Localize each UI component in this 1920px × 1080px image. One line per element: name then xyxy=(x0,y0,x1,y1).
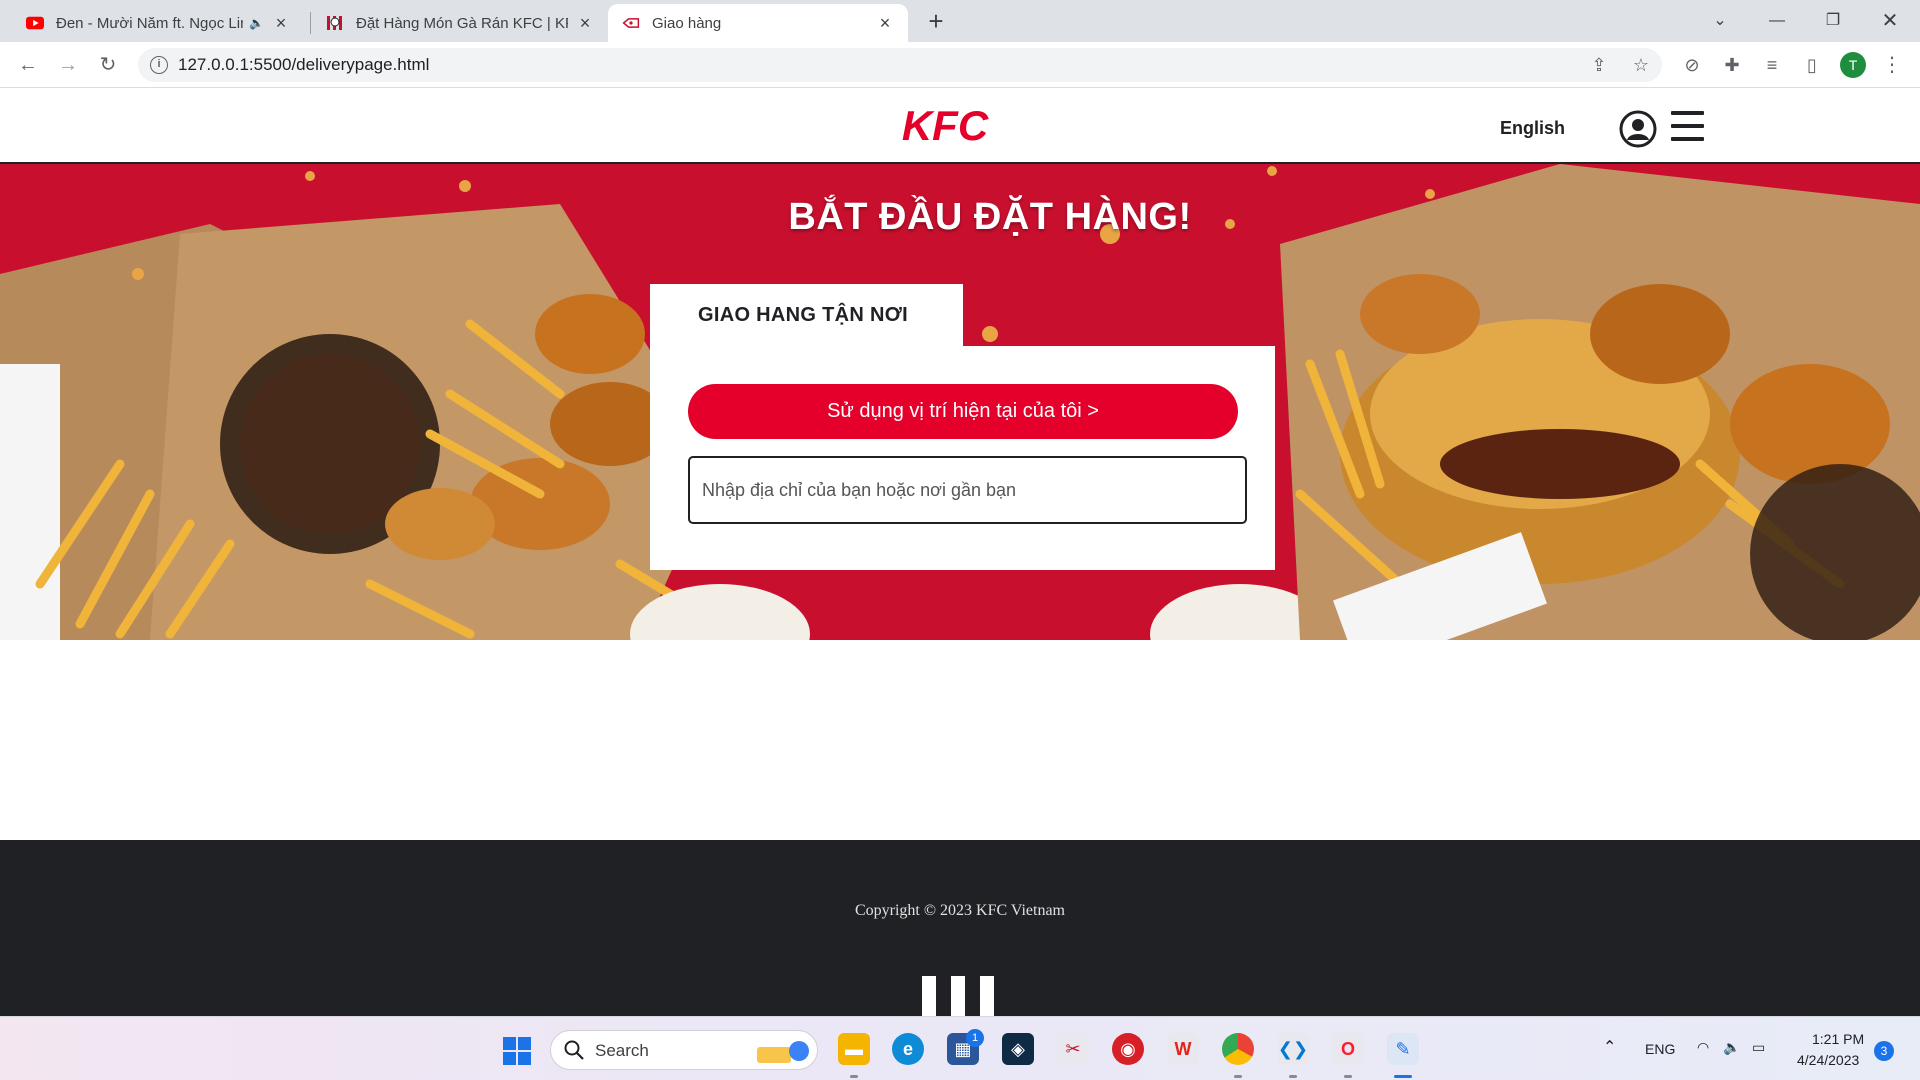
browser-tab-strip: Đen - Mười Năm ft. Ngọc Linh 🔈 × Đặt Hàn… xyxy=(0,0,1920,42)
edge-icon[interactable]: e xyxy=(892,1033,924,1065)
browser-toolbar: ← → ↻ i 127.0.0.1:5500/deliverypage.html… xyxy=(0,42,1920,88)
running-indicator xyxy=(850,1075,858,1078)
clock-time[interactable]: 1:21 PM xyxy=(1812,1031,1864,1047)
store-badge: 1 xyxy=(966,1029,984,1047)
share-icon[interactable]: ⇪ xyxy=(1588,54,1610,76)
running-indicator xyxy=(1289,1075,1297,1078)
new-tab-icon[interactable]: + xyxy=(922,8,950,36)
close-window-icon[interactable]: ✕ xyxy=(1870,6,1910,36)
tab-delivery[interactable]: GIAO HANG TẬN NƠI xyxy=(650,284,963,350)
tab-search-icon[interactable]: ⌄ xyxy=(1700,6,1740,36)
chrome-icon[interactable] xyxy=(1222,1033,1254,1065)
copyright-text: Copyright © 2023 KFC Vietnam xyxy=(854,902,1065,919)
speaker-icon[interactable]: 🔈 xyxy=(249,16,264,30)
search-icon xyxy=(564,1040,584,1060)
browser-tab-delivery[interactable]: Giao hàng × xyxy=(608,4,908,42)
kfc-icon xyxy=(326,14,344,32)
tab-title: Đặt Hàng Món Gà Rán KFC | KFC xyxy=(356,14,568,32)
browser-tab-youtube[interactable]: Đen - Mười Năm ft. Ngọc Linh 🔈 × xyxy=(12,4,304,42)
site-header: KFC English xyxy=(0,88,1920,164)
running-indicator xyxy=(1234,1075,1242,1078)
profile-avatar[interactable]: T xyxy=(1840,52,1866,78)
compass-extension-icon[interactable]: ⊘ xyxy=(1680,53,1704,77)
show-hidden-icons-icon[interactable]: ⌃ xyxy=(1603,1037,1616,1057)
kfc-delivery-icon xyxy=(622,14,640,32)
tab-title: Đen - Mười Năm ft. Ngọc Linh xyxy=(56,14,244,32)
kfc-stripes-logo xyxy=(922,976,994,1016)
input-language[interactable]: ENG xyxy=(1645,1041,1675,1057)
wps-office-icon[interactable]: W xyxy=(1167,1033,1199,1065)
active-indicator xyxy=(1394,1075,1412,1078)
snipping-tool-icon[interactable]: ✂ xyxy=(1057,1033,1089,1065)
address-bar[interactable]: i 127.0.0.1:5500/deliverypage.html ⇪ ☆ xyxy=(138,48,1662,82)
kebab-menu-icon[interactable]: ⋮ xyxy=(1880,53,1904,77)
delivery-form: Sử dụng vị trí hiện tại của tôi > xyxy=(650,346,1275,570)
tab-delivery-label: GIAO HANG TẬN NƠI xyxy=(698,304,908,326)
battery-icon[interactable]: ▭ xyxy=(1752,1039,1765,1056)
browser-tab-kfc[interactable]: Đặt Hàng Món Gà Rán KFC | KFC × xyxy=(312,4,608,42)
windows-taskbar: Search ▬ e ▦ 1 ◈ ✂ ◉ W ❮❯ O ✎ ⌃ ENG ◠ 🔈 … xyxy=(0,1016,1920,1080)
tab-divider xyxy=(310,12,311,34)
tab-title: Giao hàng xyxy=(652,14,722,32)
restore-icon[interactable]: ❐ xyxy=(1813,6,1853,36)
url-text[interactable]: 127.0.0.1:5500/deliverypage.html xyxy=(178,55,429,75)
hero-banner: BẮT ĐẦU ĐẶT HÀNG! GIAO HANG TẬN NƠI Sử d… xyxy=(0,164,1920,640)
running-indicator xyxy=(1344,1075,1352,1078)
windows-start-icon[interactable] xyxy=(503,1037,531,1065)
file-explorer-icon[interactable]: ▬ xyxy=(838,1033,870,1065)
taskbar-search[interactable]: Search xyxy=(550,1030,818,1070)
notification-badge[interactable]: 3 xyxy=(1874,1041,1894,1061)
clock-date[interactable]: 4/24/2023 xyxy=(1797,1052,1859,1068)
language-switch[interactable]: English xyxy=(1500,118,1565,139)
kfc-logo[interactable]: KFC xyxy=(890,102,1000,148)
close-tab-icon[interactable]: × xyxy=(272,14,290,32)
youtube-icon xyxy=(26,14,44,32)
media-queue-icon[interactable]: ≡ xyxy=(1760,53,1784,77)
wifi-icon[interactable]: ◠ xyxy=(1697,1039,1709,1056)
side-panel-icon[interactable]: ▯ xyxy=(1800,53,1824,77)
site-info-icon[interactable]: i xyxy=(150,56,168,74)
back-icon[interactable]: ← xyxy=(14,51,42,79)
address-input[interactable] xyxy=(688,456,1247,524)
search-label: Search xyxy=(595,1041,649,1060)
forward-icon[interactable]: → xyxy=(54,51,82,79)
account-icon[interactable] xyxy=(1619,110,1657,148)
close-tab-icon[interactable]: × xyxy=(876,14,894,32)
app-red-icon[interactable]: ◉ xyxy=(1112,1033,1144,1065)
svg-text:KFC: KFC xyxy=(902,102,989,148)
hamburger-menu-icon[interactable] xyxy=(1671,111,1704,143)
snip-sketch-icon[interactable]: ✎ xyxy=(1387,1033,1419,1065)
reload-icon[interactable]: ↻ xyxy=(94,51,122,79)
site-footer: Copyright © 2023 KFC Vietnam xyxy=(0,840,1920,1016)
use-current-location-button[interactable]: Sử dụng vị trí hiện tại của tôi > xyxy=(688,384,1238,439)
page-title: BẮT ĐẦU ĐẶT HÀNG! xyxy=(788,196,1192,238)
extensions-puzzle-icon[interactable]: ✚ xyxy=(1720,53,1744,77)
volume-icon[interactable]: 🔈 xyxy=(1723,1039,1740,1056)
dev-home-icon[interactable]: ◈ xyxy=(1002,1033,1034,1065)
minimize-icon[interactable]: — xyxy=(1757,6,1797,36)
search-highlight-icon xyxy=(757,1041,809,1063)
bookmark-star-icon[interactable]: ☆ xyxy=(1630,54,1652,76)
vscode-icon[interactable]: ❮❯ xyxy=(1277,1033,1309,1065)
opera-icon[interactable]: O xyxy=(1332,1033,1364,1065)
close-tab-icon[interactable]: × xyxy=(576,14,594,32)
